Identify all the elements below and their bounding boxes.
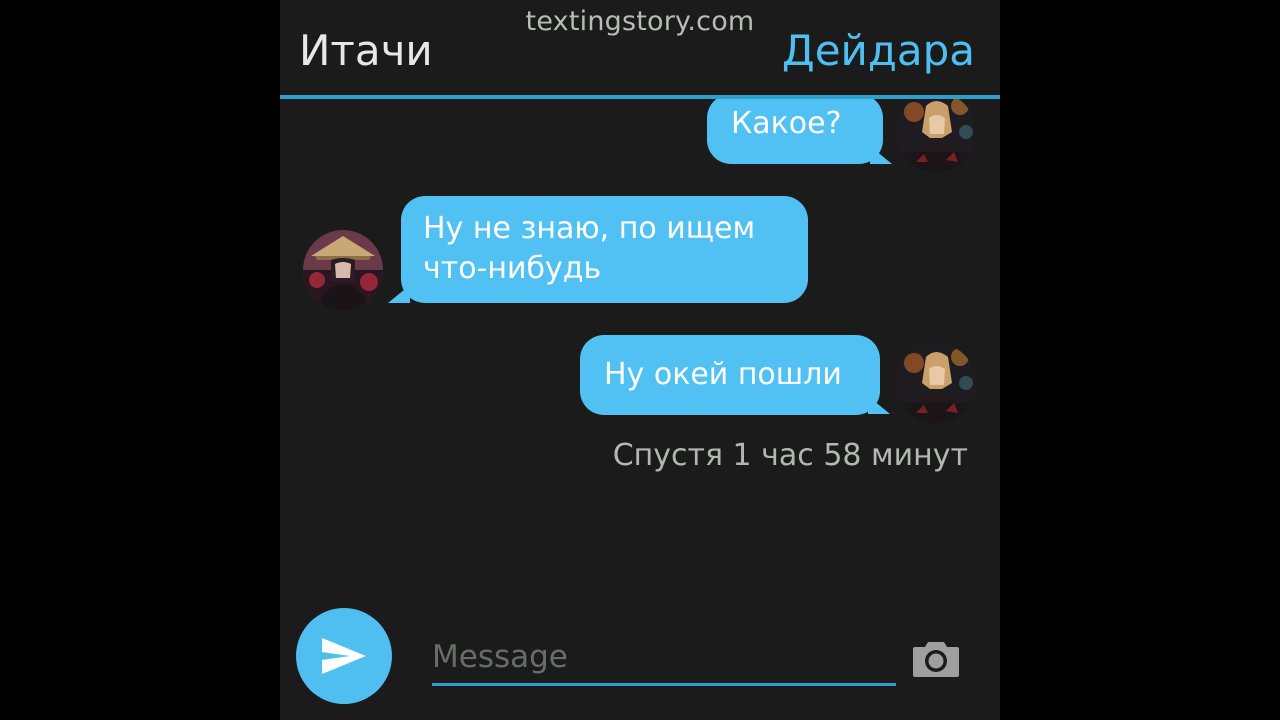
- contact-name-left: Итачи: [299, 26, 433, 75]
- avatar-deidara: [896, 343, 976, 423]
- bubble-tail: [868, 396, 890, 414]
- chat-screen: textingstory.com Итачи Дейдара Какое? Ну…: [280, 0, 1000, 720]
- avatar-deidara: [896, 99, 976, 172]
- contact-name-right: Дейдара: [781, 26, 975, 75]
- message-text: Ну не знаю, по ищем: [423, 211, 756, 246]
- bubble-tail: [870, 146, 892, 164]
- camera-icon: [913, 642, 959, 677]
- camera-button[interactable]: [912, 638, 960, 678]
- message-bubble-right: Ну окей пошли: [580, 335, 880, 415]
- send-button[interactable]: [296, 608, 392, 704]
- message-bubble-right: Какое?: [707, 99, 883, 164]
- time-skip-label: Спустя 1 час 58 минут: [612, 438, 968, 473]
- message-text: что-нибудь: [423, 251, 602, 286]
- message-input[interactable]: [432, 630, 896, 686]
- avatar-itachi: [303, 230, 383, 310]
- message-text: Какое?: [731, 106, 842, 141]
- send-icon: [322, 638, 366, 674]
- message-text: Ну окей пошли: [604, 357, 842, 392]
- message-list[interactable]: Какое? Ну не знаю, по ищем что-нибудь Ну…: [280, 99, 1000, 599]
- bubble-tail: [388, 285, 410, 303]
- message-bubble-left: Ну не знаю, по ищем что-нибудь: [401, 196, 808, 303]
